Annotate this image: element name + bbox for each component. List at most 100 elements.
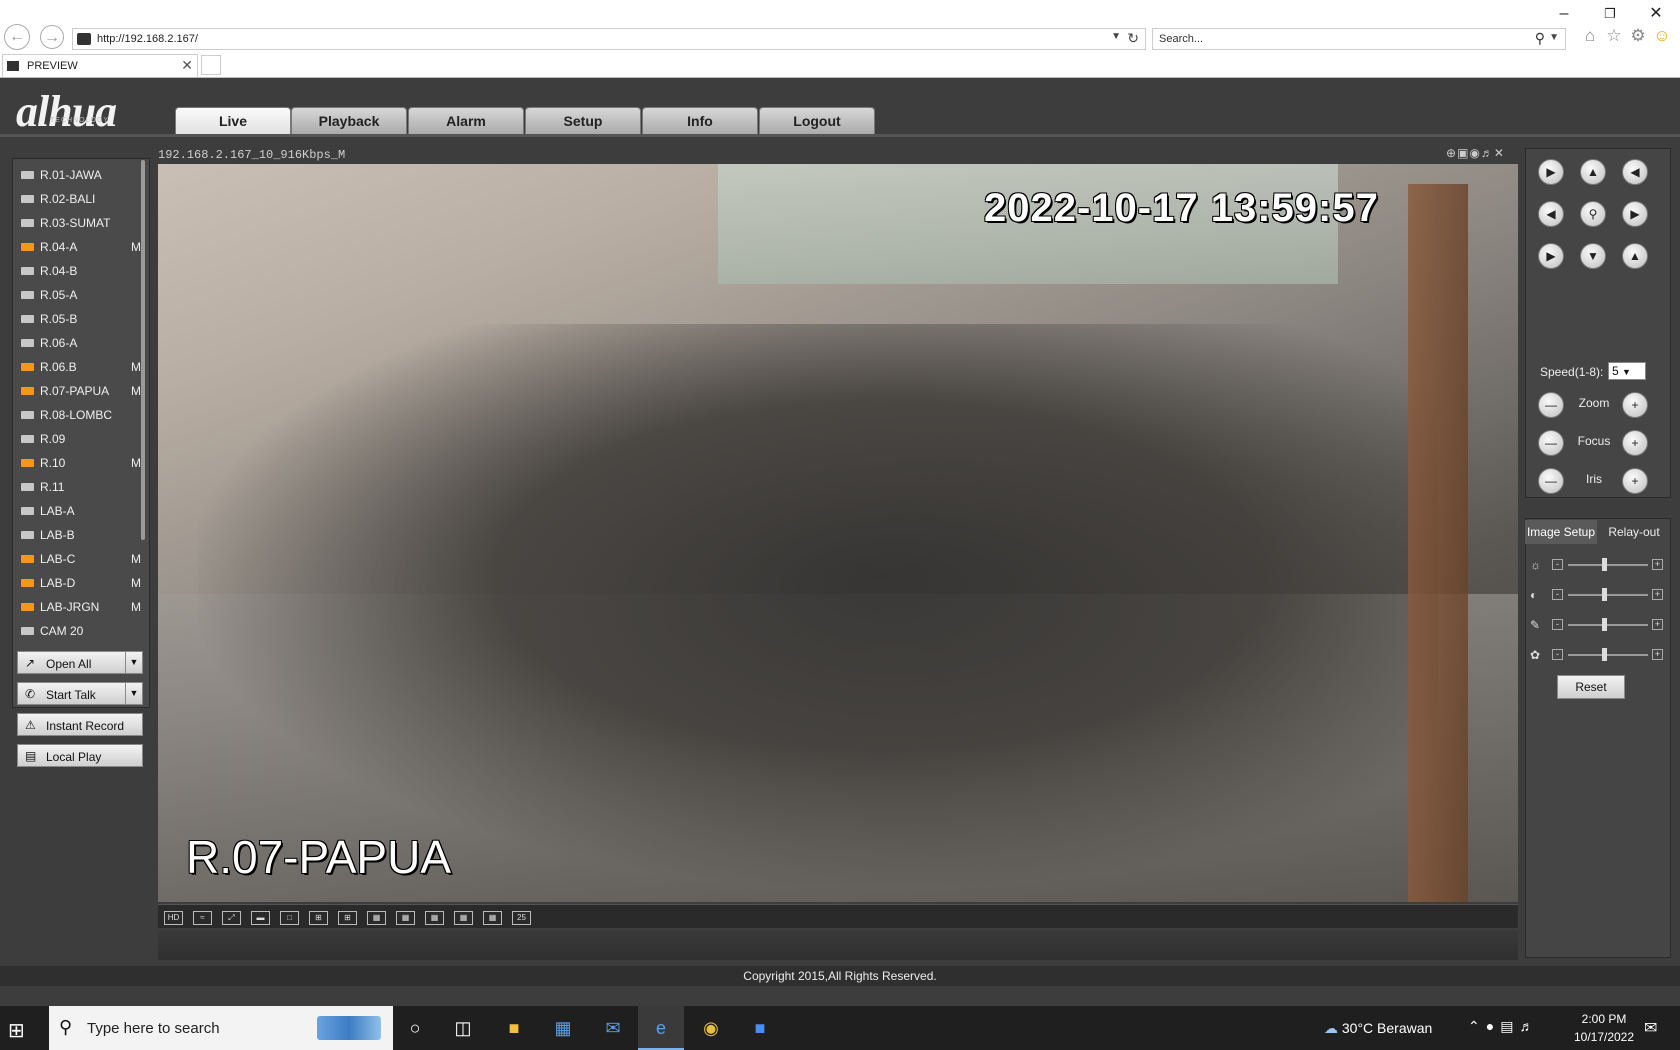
search-dropdown-icon[interactable]: ▼ xyxy=(1549,32,1559,43)
device-item[interactable]: R.07-PAPUA M xyxy=(19,381,147,401)
close-tab-icon[interactable]: ✕ xyxy=(181,57,193,74)
saturation-plus-icon[interactable]: + xyxy=(1652,619,1663,630)
feedback-smiley-icon[interactable]: ☺ xyxy=(1652,26,1672,46)
settings-gear-icon[interactable]: ⚙ xyxy=(1628,26,1648,46)
ptz-center-zoom-icon[interactable]: ⚲ xyxy=(1580,201,1606,227)
fullscreen-icon[interactable]: ⤢ xyxy=(222,911,241,925)
layout-13-icon[interactable]: ▦ xyxy=(425,911,444,925)
volume-icon[interactable]: ♬ xyxy=(1519,1018,1539,1034)
ptz-down-right-icon[interactable]: ▲ xyxy=(1622,243,1648,269)
layout-1-icon[interactable]: □ xyxy=(280,911,299,925)
tab-relay-out[interactable]: Relay-out xyxy=(1597,520,1671,544)
weather-widget[interactable]: ☁ 30°C Berawan xyxy=(1324,1020,1432,1037)
address-dropdown-icon[interactable]: ▼ xyxy=(1111,31,1121,42)
chrome-icon[interactable]: ◉ xyxy=(696,1014,726,1042)
device-item[interactable]: R.03-SUMAT xyxy=(19,213,147,233)
device-item[interactable]: R.10 M xyxy=(19,453,147,473)
snapshot-icon[interactable]: ◉ xyxy=(1469,146,1480,160)
device-item[interactable]: R.01-JAWA xyxy=(19,165,147,185)
focus-minus-icon[interactable]: — xyxy=(1538,430,1564,456)
device-item[interactable]: R.06.B M xyxy=(19,357,147,377)
device-item[interactable]: LAB-D M xyxy=(19,573,147,593)
device-item[interactable]: R.11 xyxy=(19,477,147,497)
saturation-track[interactable] xyxy=(1568,624,1648,626)
brightness-minus-icon[interactable]: - xyxy=(1552,559,1563,570)
layout-16-icon[interactable]: ▦ xyxy=(454,911,473,925)
ptz-up-icon[interactable]: ▲ xyxy=(1580,159,1606,185)
tab-alarm[interactable]: Alarm xyxy=(408,107,524,135)
device-item[interactable]: R.08-LOMBC xyxy=(19,405,147,425)
sub-stream-icon[interactable]: ≈ xyxy=(193,911,212,925)
layout-6-icon[interactable]: ⊞ xyxy=(338,911,357,925)
task-view-icon[interactable]: ◫ xyxy=(448,1014,478,1042)
instant-record-button[interactable]: ⚠ Instant Record xyxy=(17,713,143,736)
contrast-thumb[interactable] xyxy=(1602,588,1607,601)
close-window-icon[interactable]: ✕ xyxy=(1636,2,1676,26)
hue-minus-icon[interactable]: - xyxy=(1552,649,1563,660)
brightness-track[interactable] xyxy=(1568,564,1648,566)
browser-tab-preview[interactable]: PREVIEW ✕ xyxy=(2,54,198,77)
zoom-minus-icon[interactable]: — xyxy=(1538,392,1564,418)
open-all-dropdown-icon[interactable]: ▼ xyxy=(125,652,142,673)
aspect-ratio-icon[interactable]: ▬ xyxy=(251,911,270,925)
saturation-thumb[interactable] xyxy=(1602,618,1607,631)
favorites-star-icon[interactable]: ☆ xyxy=(1604,26,1624,46)
device-item[interactable]: LAB-C M xyxy=(19,549,147,569)
device-list-scrollbar[interactable] xyxy=(141,160,145,540)
device-item[interactable]: R.05-A xyxy=(19,285,147,305)
device-item[interactable]: R.04-A M xyxy=(19,237,147,257)
forward-icon[interactable]: → xyxy=(40,25,64,49)
device-item[interactable]: LAB-A xyxy=(19,501,147,521)
windows-start-icon[interactable]: ⊞ xyxy=(8,1018,25,1043)
brightness-plus-icon[interactable]: + xyxy=(1652,559,1663,570)
tab-logout[interactable]: Logout xyxy=(759,107,875,135)
device-item[interactable]: CAM 20 xyxy=(19,621,147,641)
hue-plus-icon[interactable]: + xyxy=(1652,649,1663,660)
layout-4-icon[interactable]: ⊞ xyxy=(309,911,328,925)
start-talk-button[interactable]: ✆ Start Talk ▼ xyxy=(17,682,143,705)
tab-live[interactable]: Live xyxy=(175,107,291,135)
layout-25-icon[interactable]: 25 xyxy=(512,911,531,925)
chevron-up-icon[interactable]: ⌃ xyxy=(1468,1018,1486,1034)
ptz-down-icon[interactable]: ▼ xyxy=(1580,243,1606,269)
contrast-plus-icon[interactable]: + xyxy=(1652,589,1663,600)
saturation-minus-icon[interactable]: - xyxy=(1552,619,1563,630)
device-item[interactable]: R.04-B xyxy=(19,261,147,281)
layout-20-icon[interactable]: ▦ xyxy=(483,911,502,925)
hue-thumb[interactable] xyxy=(1602,648,1607,661)
close-video-icon[interactable]: ✕ xyxy=(1494,146,1505,160)
open-all-button[interactable]: ↗ Open All ▼ xyxy=(17,651,143,674)
brightness-thumb[interactable] xyxy=(1602,558,1607,571)
minimize-icon[interactable]: – xyxy=(1544,2,1584,26)
refresh-icon[interactable]: ↻ xyxy=(1127,30,1139,47)
zoom-plus-icon[interactable]: + xyxy=(1622,392,1648,418)
device-item[interactable]: LAB-JRGN M xyxy=(19,597,147,617)
device-item[interactable]: R.06-A xyxy=(19,333,147,353)
mail-icon[interactable]: ✉ xyxy=(598,1014,628,1042)
new-tab-button[interactable] xyxy=(201,55,221,75)
ptz-down-left-icon[interactable]: ▶ xyxy=(1538,243,1564,269)
taskbar-internet-explorer[interactable]: e xyxy=(638,1006,684,1050)
tab-info[interactable]: Info xyxy=(642,107,758,135)
zoom-in-icon[interactable]: ⊕ xyxy=(1446,146,1457,160)
layout-9-icon[interactable]: ▦ xyxy=(396,911,415,925)
taskbar-search-box[interactable]: ⚲ Type here to search xyxy=(49,1006,393,1050)
speed-select[interactable]: 5 ▼ xyxy=(1608,362,1646,380)
clock-date[interactable]: 10/17/2022 xyxy=(1566,1030,1642,1044)
hd-stream-icon[interactable]: HD xyxy=(164,911,183,925)
device-item[interactable]: R.02-BALI xyxy=(19,189,147,209)
contrast-track[interactable] xyxy=(1568,594,1648,596)
iris-minus-icon[interactable]: — xyxy=(1538,468,1564,494)
ptz-up-left-icon[interactable]: ▶ xyxy=(1538,159,1564,185)
reset-button[interactable]: Reset xyxy=(1557,675,1625,699)
search-icon[interactable]: ⚲ xyxy=(1535,30,1545,47)
live-video-feed[interactable]: 2022-10-17 13:59:57 R.07-PAPUA xyxy=(158,164,1518,902)
address-bar[interactable]: http://192.168.2.167/ ▼ ↻ xyxy=(72,28,1146,50)
ptz-left-icon[interactable]: ◀ xyxy=(1538,201,1564,227)
back-icon[interactable]: ← xyxy=(4,24,30,50)
device-item[interactable]: R.09 xyxy=(19,429,147,449)
device-item[interactable]: LAB-B xyxy=(19,525,147,545)
file-explorer-icon[interactable]: ■ xyxy=(499,1014,529,1042)
device-item[interactable]: R.05-B xyxy=(19,309,147,329)
iris-plus-icon[interactable]: + xyxy=(1622,468,1648,494)
